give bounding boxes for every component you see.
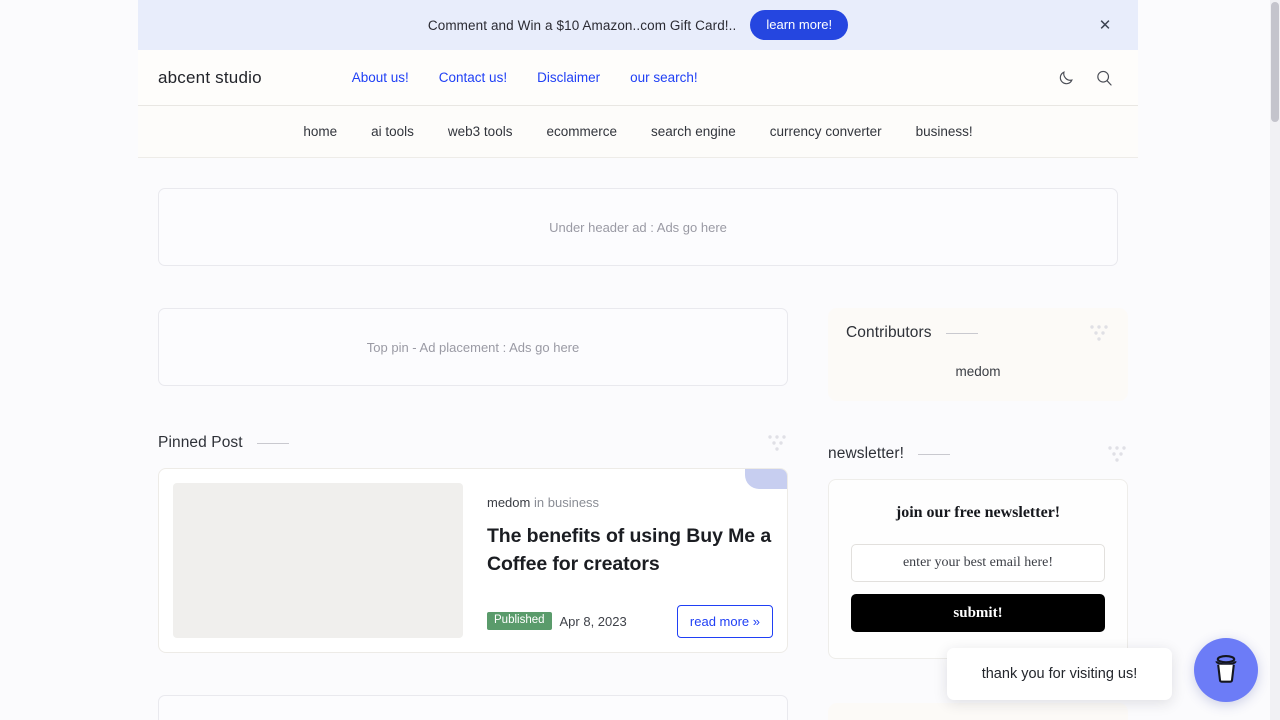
promo-text: Comment and Win a $10 Amazon..com Gift C…: [427, 17, 737, 33]
nav-item-currency-converter[interactable]: currency converter: [770, 124, 882, 139]
contributors-heading: Contributors: [846, 324, 1110, 342]
page-scrollbar-thumb[interactable]: [1271, 2, 1279, 122]
drag-handle-icon[interactable]: [766, 433, 788, 453]
buy-me-a-coffee-button[interactable]: [1194, 638, 1258, 702]
search-icon[interactable]: [1094, 68, 1114, 88]
header-link-search[interactable]: our search!: [630, 70, 698, 85]
pinned-post-heading: Pinned Post: [158, 434, 788, 452]
header-link-disclaimer[interactable]: Disclaimer: [537, 70, 600, 85]
site-brand: abcent studio: [158, 67, 262, 87]
ad-top-post: Top post ad (desktop only) : Ads go here: [158, 695, 788, 720]
contributors-widget: Contributors medom: [828, 308, 1128, 401]
toast-notification: thank you for visiting us!: [947, 648, 1172, 700]
ad-under-header: Under header ad : Ads go here: [158, 188, 1118, 266]
header-nav: About us! Contact us! Disclaimer our sea…: [352, 70, 698, 85]
category-nav: home ai tools web3 tools ecommerce searc…: [138, 106, 1138, 158]
newsletter-prompt: join our free newsletter!: [895, 504, 1061, 521]
site-container: Comment and Win a $10 Amazon..com Gift C…: [138, 0, 1138, 720]
coffee-cup-icon: [1211, 653, 1241, 688]
contributors-title: Contributors: [846, 324, 932, 341]
drag-handle-icon[interactable]: [1088, 323, 1110, 343]
nav-item-web3-tools[interactable]: web3 tools: [448, 124, 513, 139]
heading-dash: [918, 453, 951, 455]
nav-item-ai-tools[interactable]: ai tools: [371, 124, 414, 139]
post-category-prefix: in: [533, 495, 545, 510]
post-meta: Published Apr 8, 2023 read more »: [487, 604, 773, 638]
newsletter-title: newsletter!: [828, 445, 905, 462]
ad-top-pin: Top pin - Ad placement : Ads go here: [158, 308, 788, 386]
post-thumbnail: [173, 483, 463, 638]
header-icon-group: [1056, 68, 1118, 88]
drag-handle-icon[interactable]: [1106, 444, 1128, 464]
primary-column: Top pin - Ad placement : Ads go here Pin…: [158, 308, 788, 720]
newsletter-heading: newsletter!: [828, 445, 1128, 463]
nav-item-search-engine[interactable]: search engine: [651, 124, 736, 139]
pinned-post-title: Pinned Post: [158, 434, 243, 451]
post-byline: medom in business: [487, 495, 773, 510]
read-more-button[interactable]: read more »: [676, 604, 773, 638]
heading-dash: [945, 332, 978, 334]
learn-more-button[interactable]: learn more!: [750, 10, 849, 40]
site-header: abcent studio About us! Contact us! Disc…: [138, 50, 1138, 106]
page-root: Comment and Win a $10 Amazon..com Gift C…: [0, 0, 1280, 720]
newsletter-submit-button[interactable]: submit!: [851, 594, 1105, 632]
main-content: Under header ad : Ads go here Top pin - …: [138, 158, 1138, 720]
popular-posts-widget: Popular Posts: [828, 703, 1128, 720]
post-author[interactable]: medom: [487, 495, 530, 510]
post-date: Apr 8, 2023: [559, 613, 627, 629]
header-link-contact[interactable]: Contact us!: [439, 70, 507, 85]
nav-item-ecommerce[interactable]: ecommerce: [546, 124, 617, 139]
card-corner-accent: [745, 469, 787, 489]
contributor-item[interactable]: medom: [846, 360, 1110, 379]
nav-item-home[interactable]: home: [303, 124, 337, 139]
email-field[interactable]: [851, 544, 1105, 582]
post-body: medom in business The benefits of using …: [487, 483, 773, 638]
nav-item-business[interactable]: business!: [916, 124, 973, 139]
moon-icon[interactable]: [1056, 68, 1076, 88]
close-icon[interactable]: ✕: [1096, 16, 1114, 34]
newsletter-widget: join our free newsletter! submit!: [828, 479, 1128, 659]
status-badge: Published: [487, 611, 552, 631]
heading-dash: [256, 442, 289, 444]
post-category[interactable]: business: [548, 495, 599, 510]
post-headline[interactable]: The benefits of using Buy Me a Coffee fo…: [487, 522, 773, 579]
header-link-about[interactable]: About us!: [352, 70, 409, 85]
pinned-post-card[interactable]: medom in business The benefits of using …: [158, 468, 788, 653]
promo-banner: Comment and Win a $10 Amazon..com Gift C…: [138, 0, 1138, 50]
